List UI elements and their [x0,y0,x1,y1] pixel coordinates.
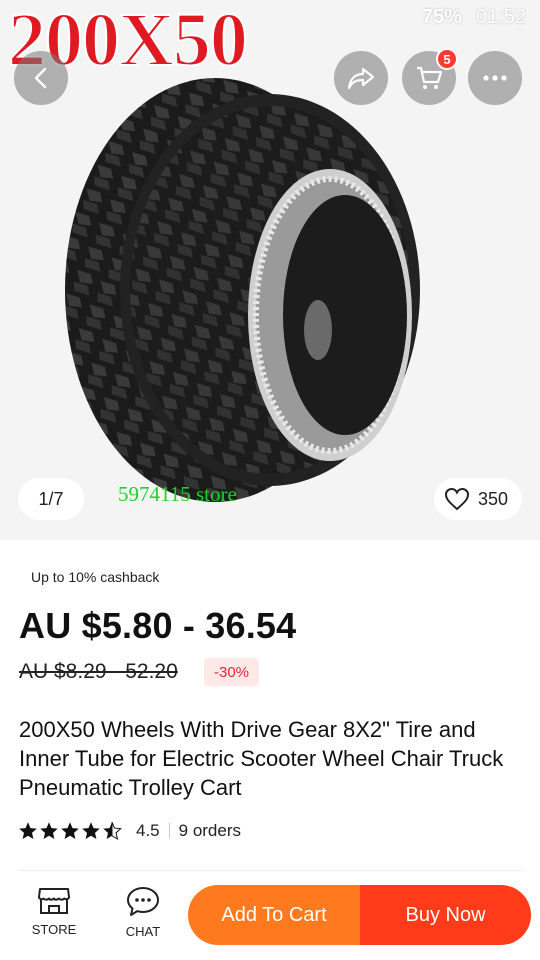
share-button[interactable] [334,51,388,105]
back-arrow-icon [34,67,47,89]
store-button[interactable]: STORE [19,886,89,937]
chat-icon [127,887,159,916]
like-count: 350 [477,488,508,509]
half-star-icon [103,822,122,841]
clock: 01:52 [475,6,526,28]
back-button[interactable] [14,51,68,105]
battery-level: 75% [421,6,462,28]
rating-divider [168,823,170,839]
image-counter: 1/7 [18,478,84,520]
product-title: 200X50 Wheels With Drive Gear 8X2" Tire … [19,717,504,800]
store-icon [38,888,70,914]
product-image-gallery[interactable]: 200X50 75% 01:52 5 1/7 5974115 store 350 [0,0,540,540]
heart-icon [444,487,469,511]
wishlist-button[interactable]: 350 [433,478,522,520]
star-icon [61,822,79,839]
rating-stars [18,821,122,841]
section-divider [18,870,522,871]
more-icon [483,75,507,81]
product-price: AU $5.80 - 36.54 [19,605,297,646]
cashback-label: Up to 10% cashback [31,569,160,585]
star-icon [40,822,58,839]
rating-value: 4.5 [136,821,160,840]
chat-button[interactable]: CHAT [108,886,178,939]
discount-badge: -30% [204,658,260,686]
cart-count-badge: 5 [436,48,458,70]
original-price: AU $8.29 - 52.20 [19,660,178,683]
more-options-button[interactable] [468,51,522,105]
orders-count: 9 orders [178,821,242,840]
status-bar: 75% 01:52 [422,6,526,29]
bottom-action-bar: STORE CHAT Add To Cart Buy Now [0,872,540,960]
rating-row[interactable]: 4.5 9 orders [18,821,241,841]
share-icon [347,67,375,90]
add-to-cart-button[interactable]: Add To Cart [188,885,360,945]
cart-button[interactable]: 5 [402,48,458,105]
chat-label: CHAT [125,924,161,939]
star-icon [19,822,37,839]
star-icon [82,822,100,839]
store-watermark: 5974115 store [118,482,237,506]
buy-now-button[interactable]: Buy Now [360,885,531,945]
store-label: STORE [31,922,77,937]
